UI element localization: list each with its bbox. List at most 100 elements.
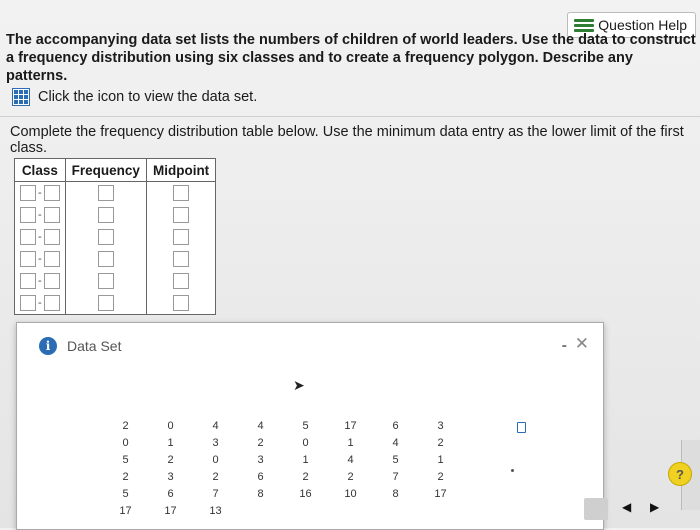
minimize-button[interactable]: - xyxy=(562,337,567,355)
data-cell: 1 xyxy=(302,453,309,466)
class-lower-input[interactable] xyxy=(20,228,36,245)
data-cell xyxy=(238,502,283,519)
previous-arrow-icon[interactable]: ◀ xyxy=(622,500,631,514)
frequency-table: Class Frequency Midpoint - - - - - - xyxy=(14,158,217,315)
table-row: - xyxy=(14,292,217,315)
data-cell: 2 xyxy=(437,436,444,449)
frequency-cell xyxy=(64,248,147,270)
data-set-link-label: Click the icon to view the data set. xyxy=(38,89,258,105)
data-cell: 2 xyxy=(212,470,219,483)
data-cell: 4 xyxy=(392,436,399,449)
frequency-input[interactable] xyxy=(97,206,114,223)
data-cell: 10 xyxy=(344,487,357,500)
data-row: 17 17 13 xyxy=(103,502,463,519)
class-lower-input[interactable] xyxy=(20,206,36,223)
frequency-input[interactable] xyxy=(97,294,114,311)
frequency-input[interactable] xyxy=(97,250,114,267)
midpoint-cell xyxy=(145,226,217,248)
data-cell: 2 xyxy=(122,470,129,483)
class-lower-input[interactable] xyxy=(20,184,36,201)
class-separator: - xyxy=(38,252,42,265)
frequency-input[interactable] xyxy=(97,272,114,289)
cursor-icon: ➤ xyxy=(293,377,305,393)
dim-button[interactable] xyxy=(584,498,608,520)
data-cell: 7 xyxy=(392,470,399,483)
midpoint-input[interactable] xyxy=(173,228,190,245)
data-cell: 2 xyxy=(122,419,129,432)
class-cell: - xyxy=(14,181,66,204)
data-cell: 6 xyxy=(392,419,399,432)
data-cell xyxy=(418,502,463,519)
class-cell: - xyxy=(14,292,66,315)
data-cell: 4 xyxy=(347,453,354,466)
frequency-input[interactable] xyxy=(97,184,114,201)
class-lower-input[interactable] xyxy=(20,250,36,267)
midpoint-cell xyxy=(145,248,217,270)
table-row: - xyxy=(14,248,217,270)
midpoint-cell xyxy=(145,292,217,315)
data-row: 2 3 2 6 2 2 7 2 xyxy=(103,468,463,485)
midpoint-input[interactable] xyxy=(173,294,190,311)
dialog-title: Data Set xyxy=(67,338,122,354)
data-cell: 16 xyxy=(299,487,312,500)
next-arrow-icon[interactable]: ▶ xyxy=(650,500,659,514)
midpoint-cell xyxy=(145,181,217,204)
data-cell: 2 xyxy=(257,436,264,449)
data-cell: 6 xyxy=(167,487,174,500)
help-icon[interactable]: ? xyxy=(668,462,692,486)
class-cell: - xyxy=(14,204,66,226)
data-row: 5 6 7 8 16 10 8 17 xyxy=(103,485,463,502)
class-header: Class xyxy=(14,158,66,182)
data-cell: 17 xyxy=(344,419,357,432)
class-cell: - xyxy=(14,226,66,248)
midpoint-cell xyxy=(145,270,217,292)
midpoint-input[interactable] xyxy=(173,250,190,267)
divider xyxy=(0,116,700,117)
data-cell: 13 xyxy=(209,504,222,517)
data-cell: 5 xyxy=(122,453,129,466)
class-lower-input[interactable] xyxy=(20,272,36,289)
class-upper-input[interactable] xyxy=(43,250,60,267)
data-cell: 17 xyxy=(164,504,177,517)
class-upper-input[interactable] xyxy=(43,206,60,223)
table-row: - xyxy=(14,270,217,292)
data-row: 0 1 3 2 0 1 4 2 xyxy=(103,434,463,451)
data-cell: 7 xyxy=(212,487,219,500)
frequency-cell xyxy=(64,226,147,248)
data-cell: 8 xyxy=(392,487,399,500)
data-cell: 17 xyxy=(434,487,447,500)
data-set-table: 2 0 4 4 5 17 6 3 0 1 3 2 0 1 4 2 5 2 0 3 1 4 5 1 2 3 2 6 2 2 7 2 5 6 7 8 16 1… xyxy=(103,417,463,519)
close-icon[interactable]: ✕ xyxy=(575,334,589,354)
class-upper-input[interactable] xyxy=(43,228,60,245)
copy-icon[interactable] xyxy=(517,422,526,433)
data-cell: 2 xyxy=(167,453,174,466)
frequency-cell xyxy=(64,204,147,226)
data-cell: 2 xyxy=(302,470,309,483)
grid-icon[interactable] xyxy=(12,88,30,106)
class-separator: - xyxy=(38,274,42,287)
data-cell: 2 xyxy=(347,470,354,483)
info-icon: i xyxy=(39,337,57,355)
midpoint-header: Midpoint xyxy=(145,158,217,182)
class-upper-input[interactable] xyxy=(43,184,60,201)
data-cell: 5 xyxy=(122,487,129,500)
data-row: 5 2 0 3 1 4 5 1 xyxy=(103,451,463,468)
data-cell: 1 xyxy=(347,436,354,449)
midpoint-input[interactable] xyxy=(173,272,190,289)
data-cell xyxy=(283,502,328,519)
class-separator: - xyxy=(38,208,42,221)
class-upper-input[interactable] xyxy=(43,294,60,311)
table-row: - xyxy=(14,181,217,204)
data-cell: 8 xyxy=(257,487,264,500)
midpoint-input[interactable] xyxy=(173,206,190,223)
data-cell: 4 xyxy=(212,419,219,432)
class-lower-input[interactable] xyxy=(20,294,36,311)
data-cell: 1 xyxy=(167,436,174,449)
frequency-input[interactable] xyxy=(97,228,114,245)
data-set-link[interactable]: Click the icon to view the data set. xyxy=(12,88,257,106)
class-upper-input[interactable] xyxy=(43,272,60,289)
data-cell: 0 xyxy=(167,419,174,432)
data-cell: 5 xyxy=(302,419,309,432)
class-cell: - xyxy=(14,248,66,270)
midpoint-input[interactable] xyxy=(173,184,190,201)
